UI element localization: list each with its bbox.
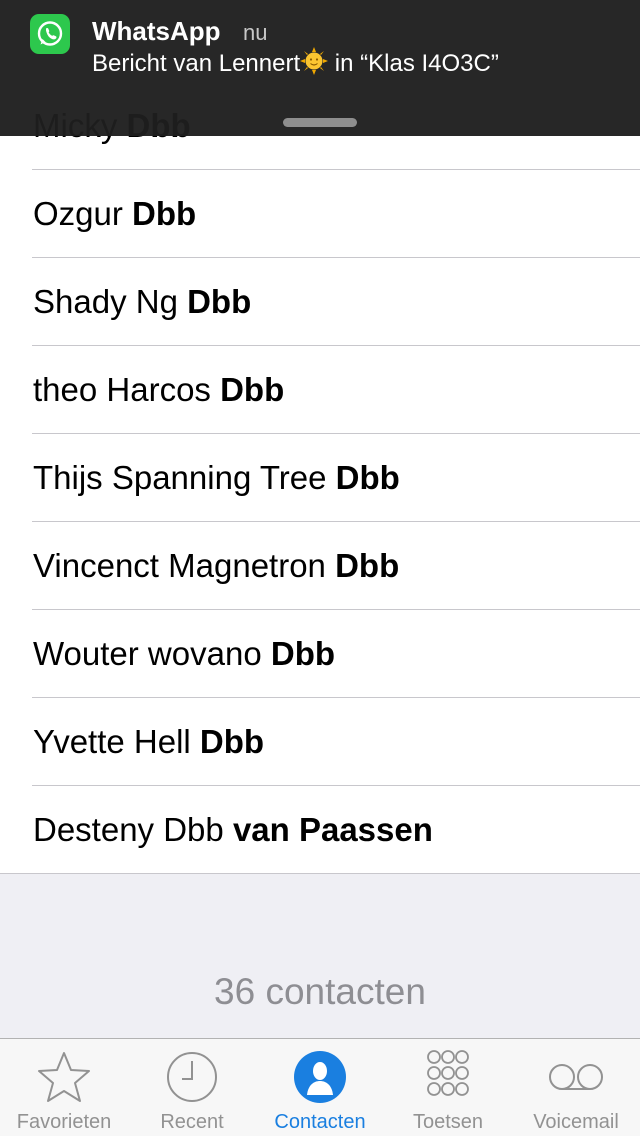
notification-grabber[interactable] [283, 118, 357, 127]
contact-count: 36 contacten [214, 971, 426, 1012]
contact-first-name: Ozgur [33, 195, 133, 232]
phone-screen: Micky Dbb Ozgur Dbb Shady Ng Dbb theo Ha… [0, 0, 640, 1136]
notification-banner[interactable]: WhatsApp nu Bericht van Lennert in “Klas… [0, 0, 640, 136]
tab-voicemail[interactable]: Voicemail [512, 1039, 640, 1136]
tab-contacten[interactable]: Contacten [256, 1039, 384, 1136]
contact-row[interactable]: theo Harcos Dbb [0, 346, 640, 434]
contact-last-name: Dbb [335, 547, 400, 584]
contact-row[interactable]: Wouter wovano Dbb [0, 610, 640, 698]
contact-last-name: Dbb [335, 459, 400, 496]
contact-row[interactable]: Thijs Spanning Tree Dbb [0, 434, 640, 522]
notification-app-name: WhatsApp [92, 16, 221, 46]
tab-label: Recent [160, 1111, 224, 1133]
tab-label: Favorieten [16, 1111, 112, 1133]
person-icon [294, 1051, 346, 1103]
whatsapp-icon [30, 14, 70, 54]
voicemail-icon [549, 1064, 603, 1090]
contact-first-name: Shady Ng [33, 283, 188, 320]
notification-time: nu [243, 20, 268, 45]
notification-message-prefix: Bericht van Lennert [92, 50, 301, 77]
contact-list-footer: 36 contacten [0, 874, 640, 1038]
contact-last-name: Dbb [132, 195, 197, 232]
star-icon [38, 1052, 90, 1102]
contact-first-name: theo Harcos [33, 371, 221, 408]
contact-row[interactable]: Ozgur Dbb [0, 170, 640, 258]
tab-label: Voicemail [533, 1111, 619, 1133]
contact-last-name: Dbb [220, 371, 285, 408]
tab-label: Contacten [274, 1111, 366, 1133]
contact-first-name: Vincenct Magnetron [33, 547, 336, 584]
contact-first-name: Yvette Hell [33, 723, 200, 760]
tab-favorieten[interactable]: Favorieten [0, 1039, 128, 1136]
contact-list: Micky Dbb Ozgur Dbb Shady Ng Dbb theo Ha… [0, 82, 640, 874]
contact-last-name: Dbb [187, 283, 252, 320]
clock-icon [167, 1052, 217, 1102]
tab-bar: Favorieten Recent Contacten Toetsen Voic… [0, 1038, 640, 1136]
sun-with-face-icon [300, 47, 329, 75]
contact-row[interactable]: Vincenct Magnetron Dbb [0, 522, 640, 610]
tab-toetsen[interactable]: Toetsen [384, 1039, 512, 1136]
contact-last-name: Dbb [199, 723, 265, 760]
notification-message-suffix: in “Klas I4O3C” [328, 50, 499, 77]
keypad-icon [427, 1050, 469, 1096]
contact-row[interactable]: Desteny Dbb van Paassen [0, 786, 640, 874]
tab-label: Toetsen [412, 1111, 484, 1133]
contact-last-name: Dbb [270, 635, 336, 672]
contact-row[interactable]: Yvette Hell Dbb [0, 698, 640, 786]
contact-first-name: Desteny Dbb [33, 811, 233, 848]
contact-row[interactable]: Shady Ng Dbb [0, 258, 640, 346]
contact-last-name: van Paassen [232, 811, 433, 848]
tab-recent[interactable]: Recent [128, 1039, 256, 1136]
notification-message: Bericht van Lennert in “Klas I4O3C” [92, 47, 499, 78]
contact-first-name: Thijs Spanning Tree [33, 459, 336, 496]
contact-first-name: Wouter wovano [33, 635, 271, 672]
